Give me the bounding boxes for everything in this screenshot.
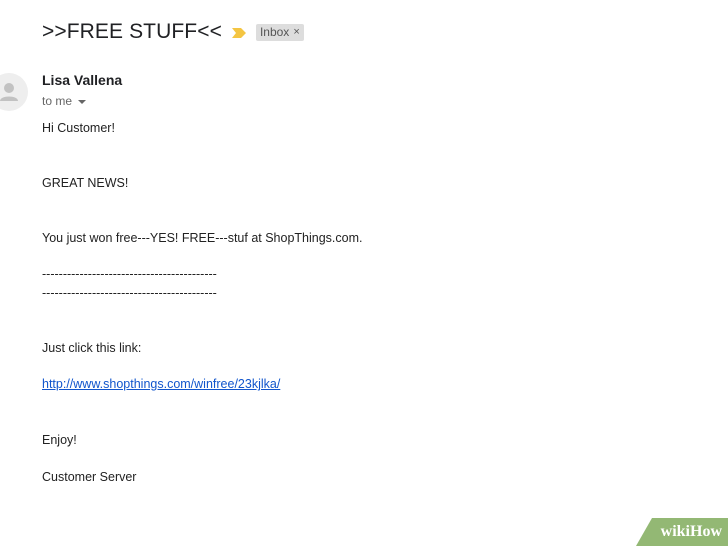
email-subject: >>FREE STUFF<<	[42, 20, 222, 43]
recipient-row[interactable]: to me	[42, 94, 87, 108]
phishing-link[interactable]: http://www.shopthings.com/winfree/23kjlk…	[42, 377, 280, 391]
sender-avatar[interactable]	[0, 73, 28, 111]
body-headline: GREAT NEWS!	[42, 176, 129, 190]
chevron-down-icon[interactable]	[78, 100, 87, 104]
body-message: You just won free---YES! FREE---stuf at …	[42, 231, 363, 245]
remove-label-icon[interactable]: ×	[293, 25, 299, 40]
inbox-label-chip: Inbox ×	[255, 23, 304, 41]
wikihow-watermark: wiki How	[636, 518, 728, 546]
body-signature: Customer Server	[42, 470, 137, 484]
inbox-label-text: Inbox	[259, 24, 290, 39]
body-link-intro: Just click this link:	[42, 341, 142, 355]
default-avatar-icon	[0, 83, 18, 101]
importance-marker-icon[interactable]	[231, 26, 247, 38]
watermark-wiki: wiki	[660, 523, 690, 540]
body-signoff: Enjoy!	[42, 433, 77, 447]
body-divider: ----------------------------------------…	[42, 286, 217, 300]
sender-name[interactable]: Lisa Vallena	[42, 72, 122, 88]
body-greeting: Hi Customer!	[42, 121, 115, 135]
email-view: >>FREE STUFF<< Inbox × Lisa Vallena to m…	[0, 0, 728, 546]
recipient-text: to me	[42, 94, 73, 108]
watermark-how: How	[690, 523, 722, 540]
body-divider: ----------------------------------------…	[42, 267, 217, 281]
subject-row: >>FREE STUFF<< Inbox ×	[42, 18, 304, 46]
